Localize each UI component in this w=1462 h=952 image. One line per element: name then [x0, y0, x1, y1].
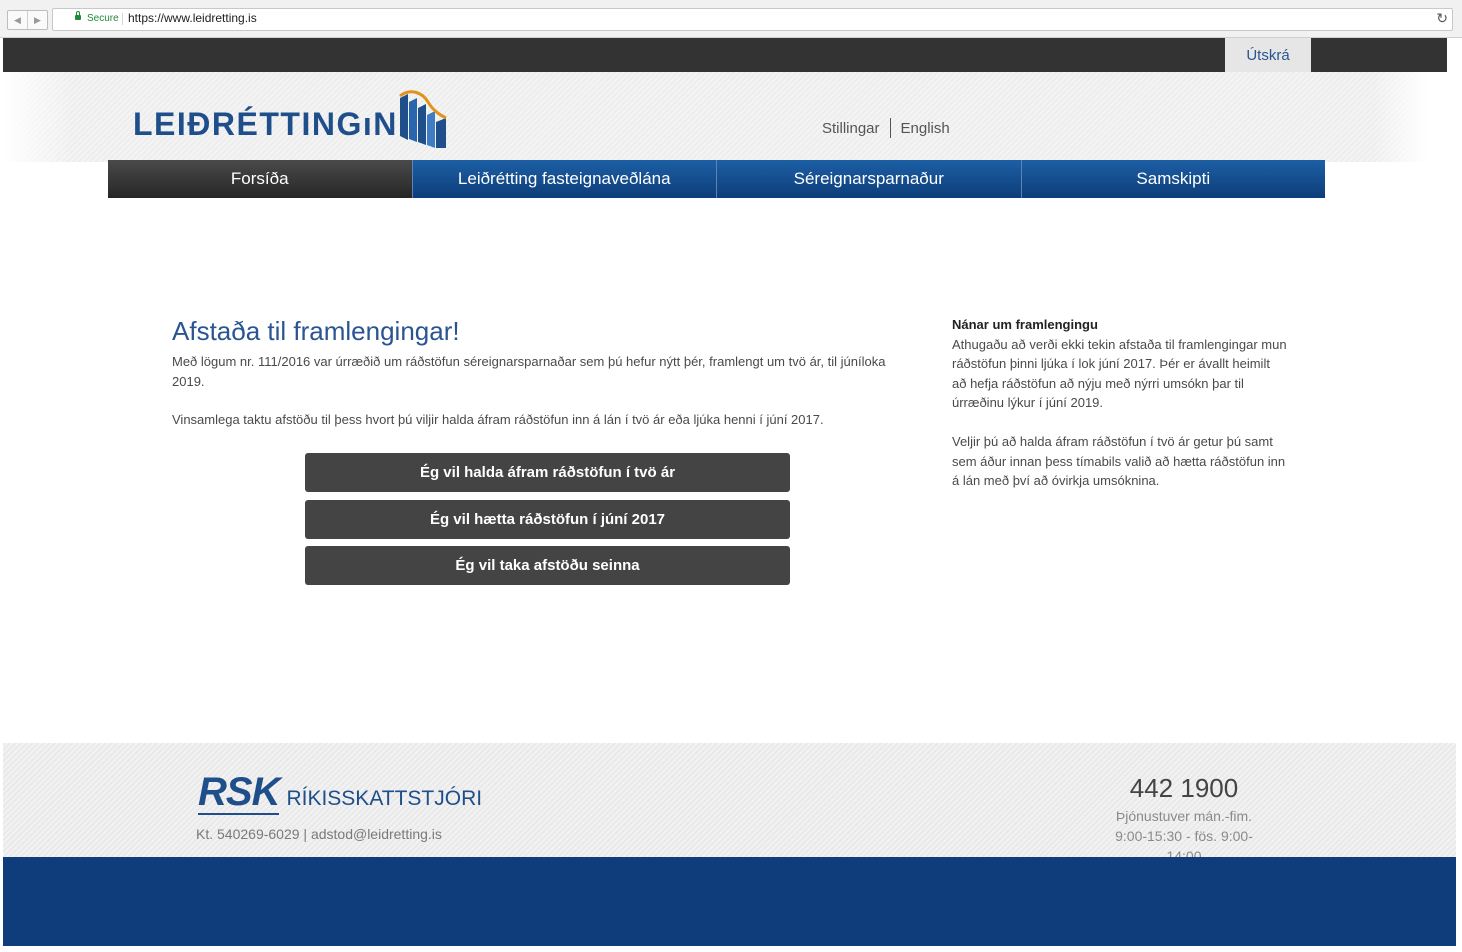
- link-divider: [889, 118, 891, 138]
- continue-two-years-button[interactable]: Ég vil halda áfram ráðstöfun í tvö ár: [305, 453, 790, 492]
- intro-paragraph: Með lögum nr. 111/2016 var úrræðið um rá…: [172, 354, 886, 389]
- sidebar-heading: Nánar um framlengingu: [952, 317, 1098, 332]
- decide-later-button[interactable]: Ég vil taka afstöðu seinna: [305, 546, 790, 585]
- utility-links: Stillingar English: [822, 118, 950, 138]
- site-footer: RSK RÍKISSKATTSTJÓRI Kt. 540269-6029 | a…: [3, 743, 1456, 864]
- nav-tab-home[interactable]: Forsíða: [108, 160, 412, 198]
- footer-contact: Kt. 540269-6029 | adstod@leidretting.is: [196, 826, 442, 842]
- footer-phone: 442 1900: [1129, 773, 1239, 803]
- rsk-name: RÍKISSKATTSTJÓRI: [286, 787, 483, 810]
- browser-nav-buttons: ◀ ▶: [7, 10, 48, 30]
- sidebar-paragraph-1: Athugaðu að verði ekki tekin afstaða til…: [952, 336, 1287, 411]
- browser-toolbar: ◀ ▶ Secure https://www.leidretting.is ↻: [0, 0, 1462, 38]
- site-logo-text[interactable]: LEIÐRÉTTINGıN: [133, 106, 398, 142]
- logo-stairs-icon: [399, 90, 447, 148]
- sidebar-paragraph-2: Veljir þú að halda áfram ráðstöfun í tvö…: [952, 434, 1286, 488]
- address-bar[interactable]: Secure https://www.leidretting.is ↻: [52, 8, 1453, 31]
- top-bar: Útskrá: [3, 38, 1447, 72]
- logout-link[interactable]: Útskrá: [1225, 38, 1311, 72]
- url-divider: [122, 13, 123, 25]
- nav-tab-private-pension[interactable]: Séreignarsparnaður: [716, 160, 1021, 198]
- info-sidebar: Nánar um framlengingu Athugaðu að verði …: [952, 315, 1287, 510]
- nav-tab-mortgage-correction[interactable]: Leiðrétting fasteignaveðlána: [411, 160, 716, 198]
- nav-tab-communications[interactable]: Samskipti: [1020, 160, 1325, 198]
- instruction-paragraph: Vinsamlega taktu afstöðu til þess hvort …: [172, 412, 824, 427]
- web-page: Útskrá LEIÐRÉTTINGıN Stillingar English …: [3, 38, 1456, 946]
- rsk-mark: RSK: [198, 770, 280, 815]
- url-text[interactable]: https://www.leidretting.is: [128, 11, 257, 25]
- stop-june-2017-button[interactable]: Ég vil hætta ráðstöfun í júní 2017: [305, 500, 790, 539]
- lock-icon: [75, 11, 81, 20]
- page-title: Afstaða til framlengingar!: [172, 316, 460, 346]
- reload-icon[interactable]: ↻: [1436, 10, 1448, 27]
- footer-blue-band: [3, 857, 1456, 946]
- forward-icon[interactable]: ▶: [27, 11, 47, 29]
- rsk-logo[interactable]: RSK RÍKISSKATTSTJÓRI: [198, 771, 482, 815]
- main-navigation: Forsíða Leiðrétting fasteignaveðlána Sér…: [108, 160, 1325, 198]
- back-icon[interactable]: ◀: [8, 11, 27, 29]
- secure-label: Secure: [87, 13, 119, 24]
- language-link-english[interactable]: English: [901, 120, 950, 137]
- settings-link[interactable]: Stillingar: [822, 120, 880, 137]
